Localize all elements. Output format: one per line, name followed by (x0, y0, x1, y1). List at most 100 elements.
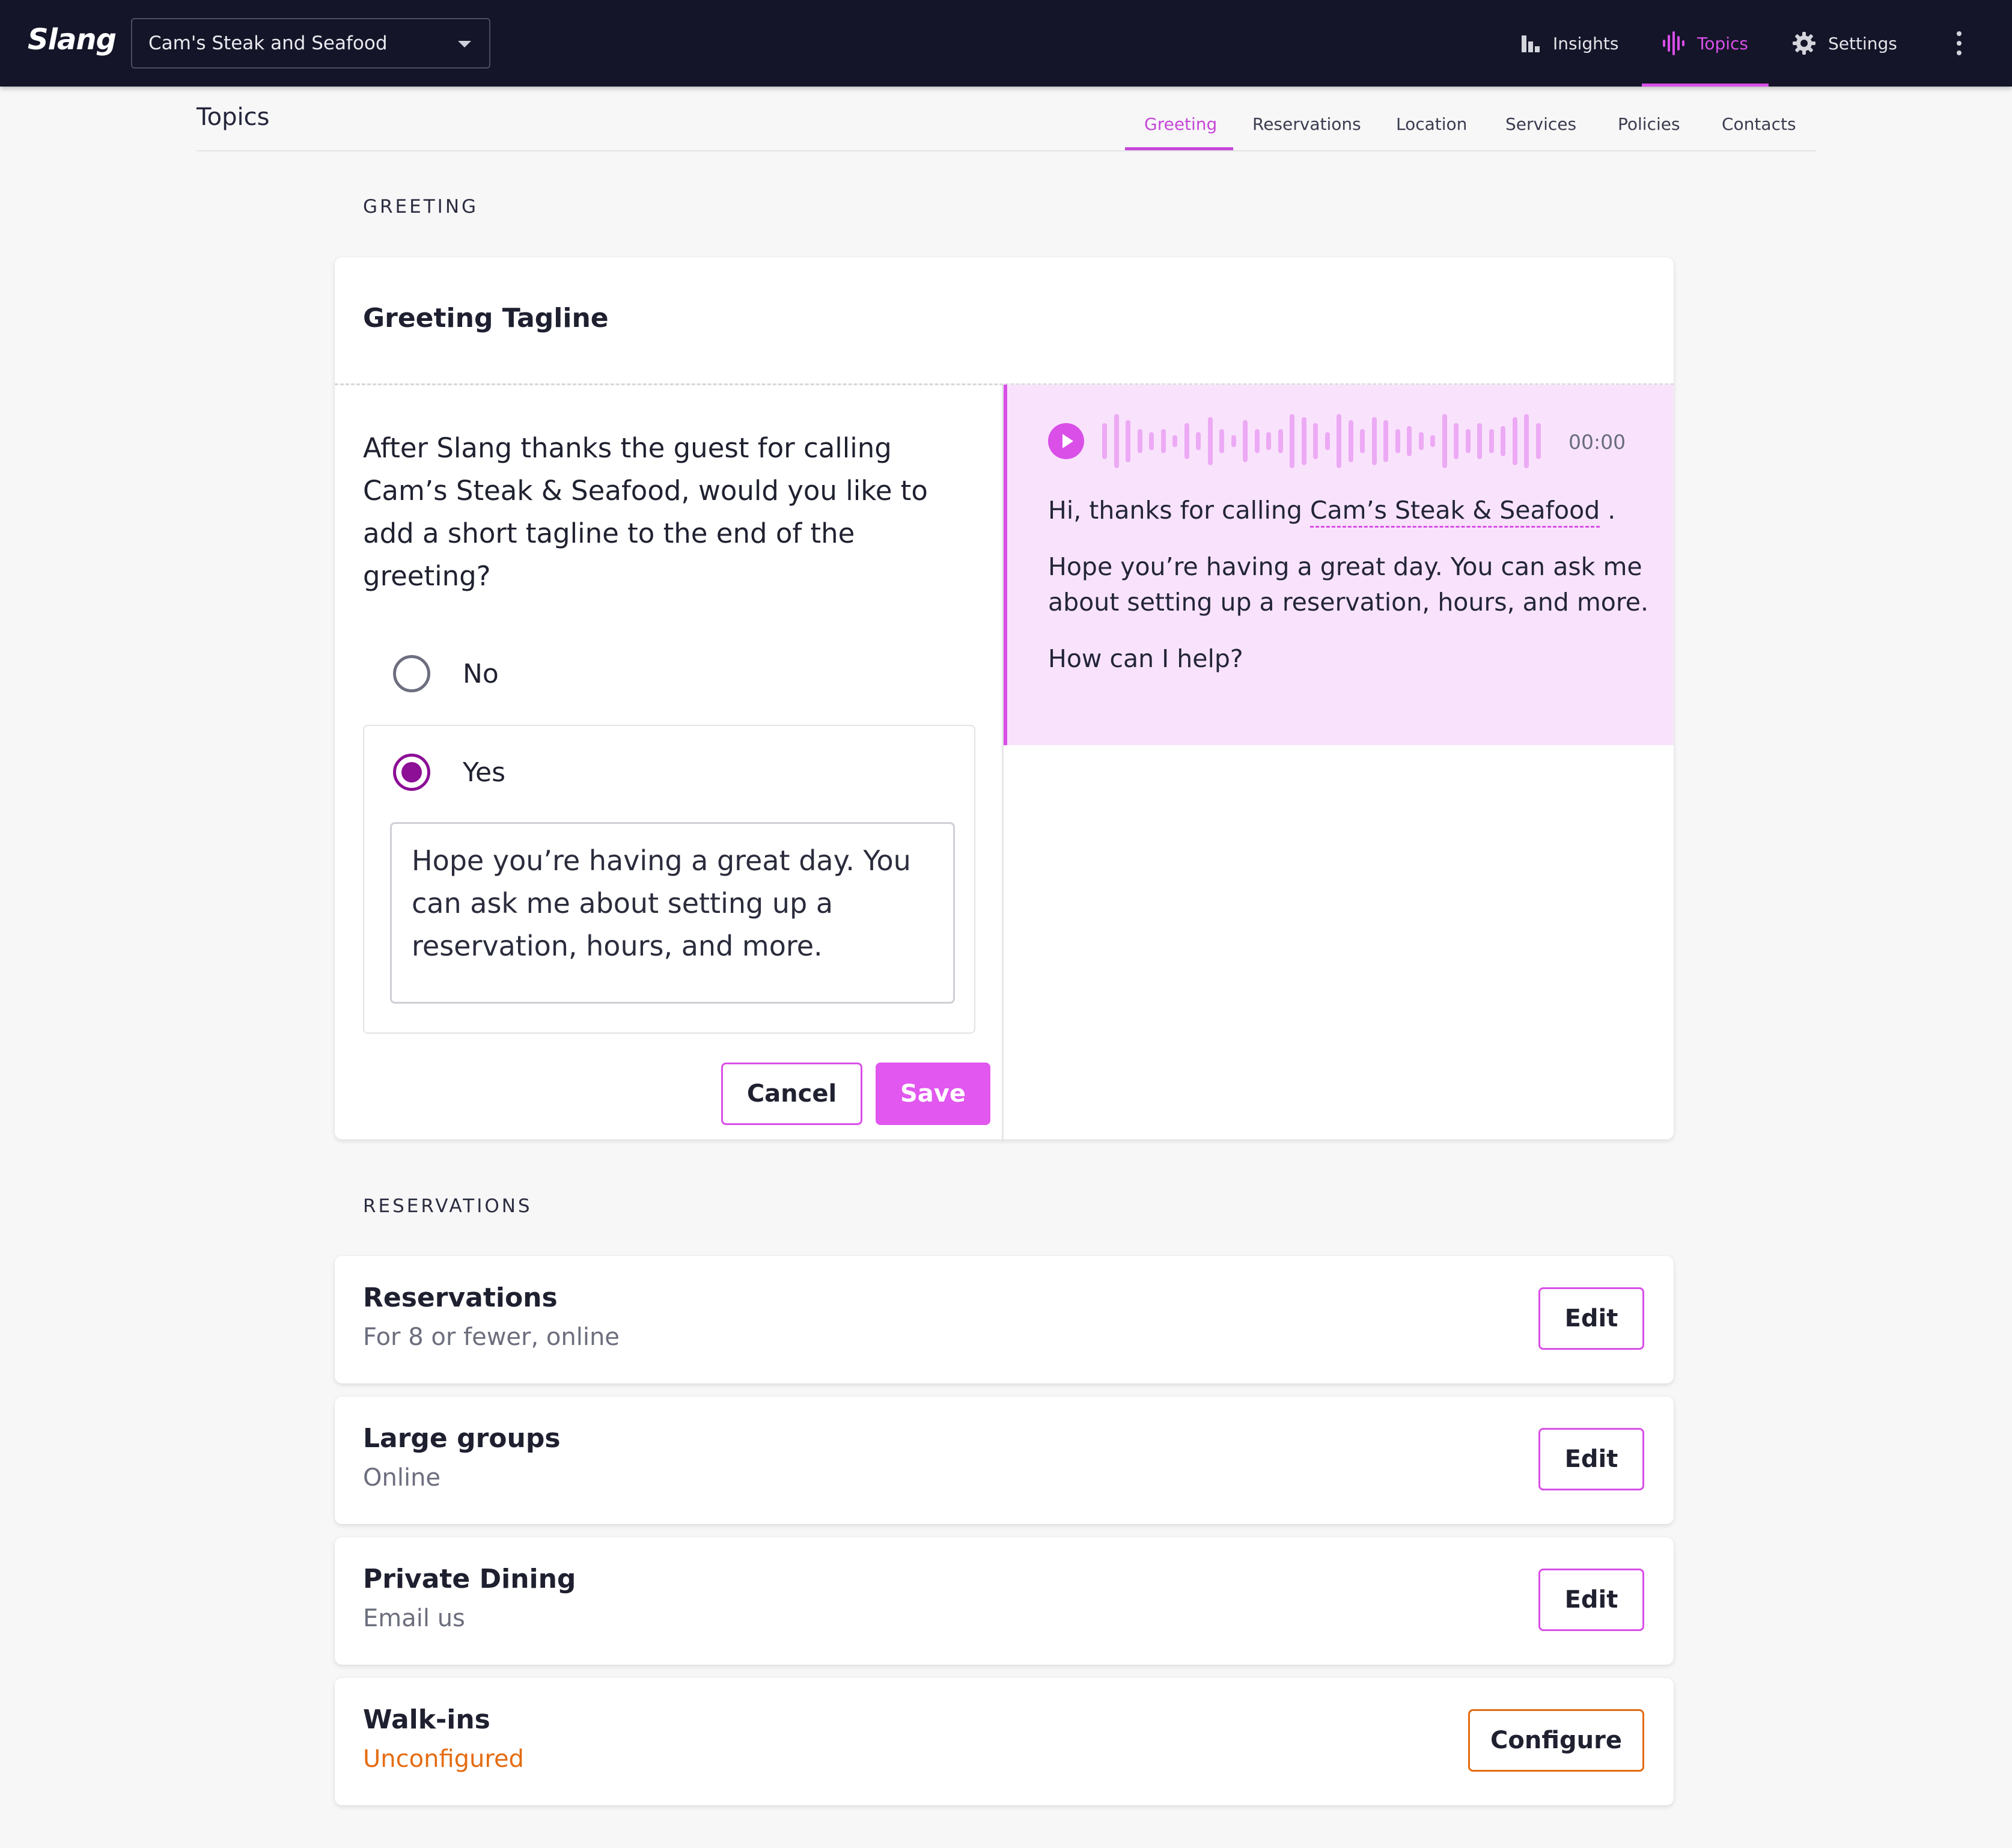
waveform-bar (1290, 414, 1294, 468)
waveform-bar (1501, 426, 1505, 456)
tab-contacts[interactable]: Contacts (1722, 114, 1796, 134)
waveform-bar (1337, 414, 1341, 468)
waveform-bar (1418, 432, 1424, 450)
section-label-reservations: RESERVATIONS (363, 1195, 532, 1217)
play-icon[interactable] (1048, 423, 1084, 459)
waveform-bar (1454, 423, 1459, 459)
waveform-bar (1430, 435, 1435, 447)
business-name-variable[interactable]: Cam’s Steak & Seafood (1309, 496, 1600, 528)
waveform-bar (1383, 420, 1388, 462)
top-navigation-bar: Slang Cam's Steak and Seafood Insights T… (0, 0, 2012, 87)
waveform-bar (1535, 423, 1541, 459)
waveform-bar (1512, 417, 1517, 465)
nav-insights-label: Insights (1553, 33, 1619, 53)
waveform-bar (1196, 432, 1201, 450)
waveform-bar (1243, 420, 1248, 462)
waveform-bar (1313, 423, 1318, 459)
waveform-icon (1663, 31, 1684, 55)
slang-logo[interactable]: Slang (28, 23, 117, 56)
preview-line-3: How can I help? (1048, 644, 1243, 673)
nav-topics-label: Topics (1697, 33, 1749, 53)
waveform-bar (1524, 414, 1529, 468)
option-yes[interactable]: Yes (393, 754, 505, 791)
audio-timecode: 00:00 (1568, 430, 1626, 454)
waveform-bar (1477, 423, 1482, 459)
radio-no[interactable] (393, 655, 430, 692)
waveform-bar (1149, 432, 1154, 450)
item-title: Walk-ins (363, 1704, 490, 1735)
configure-button[interactable]: Configure (1468, 1709, 1644, 1772)
caret-down-icon (458, 41, 471, 47)
waveform-bar (1254, 429, 1260, 453)
reservation-item: Walk-ins Unconfigured Configure (335, 1678, 1674, 1805)
waveform-bar (1301, 417, 1306, 465)
more-menu-icon[interactable] (1956, 31, 1963, 55)
waveform-bar (1126, 420, 1130, 462)
waveform-bar (1360, 429, 1365, 453)
business-select-value: Cam's Steak and Seafood (148, 32, 388, 54)
option-yes-label: Yes (463, 757, 506, 788)
item-title: Reservations (363, 1282, 558, 1313)
radio-yes-selected[interactable] (393, 754, 430, 791)
item-status-unconfigured: Unconfigured (363, 1745, 524, 1773)
reservation-item: Private Dining Email us Edit (335, 1537, 1674, 1665)
reservation-item: Reservations For 8 or fewer, online Edit (335, 1256, 1674, 1383)
tagline-question: After Slang thanks the guest for calling… (363, 432, 928, 592)
item-subtitle: Online (363, 1464, 441, 1492)
preview-line-2: Hope you’re having a great day. You can … (1048, 552, 1649, 617)
section-label-greeting: GREETING (363, 196, 479, 218)
waveform-bar (1442, 414, 1447, 468)
business-select[interactable]: Cam's Steak and Seafood (131, 18, 490, 69)
greeting-preview-panel: 00:00 Hi, thanks for calling Cam’s Steak… (1004, 385, 1674, 745)
save-button[interactable]: Save (876, 1063, 990, 1125)
tagline-input[interactable]: Hope you’re having a great day. You can … (390, 822, 955, 1004)
nav-topics[interactable]: Topics (1641, 0, 1769, 87)
preview-line-1-prefix: Hi, thanks for calling (1048, 496, 1310, 525)
cancel-button[interactable]: Cancel (721, 1063, 862, 1125)
waveform-bar (1207, 417, 1213, 465)
waveform-bar (1325, 432, 1330, 450)
waveform-bar (1371, 417, 1377, 465)
waveform-bar (1114, 414, 1119, 468)
greeting-tagline-card: Greeting Tagline After Slang thanks the … (335, 257, 1674, 1139)
audio-waveform[interactable] (1102, 411, 1547, 471)
waveform-bar (1489, 429, 1494, 453)
header-divider (197, 150, 1815, 151)
bar-chart-icon (1522, 35, 1540, 52)
tab-reservations[interactable]: Reservations (1252, 114, 1361, 134)
waveform-bar (1231, 435, 1236, 447)
waveform-bar (1102, 423, 1107, 459)
reservation-item: Large groups Online Edit (335, 1397, 1674, 1524)
tab-location[interactable]: Location (1396, 114, 1467, 134)
edit-button[interactable]: Edit (1538, 1287, 1644, 1350)
tab-greeting[interactable]: Greeting (1144, 114, 1217, 134)
waveform-bar (1266, 432, 1271, 450)
waveform-bar (1395, 429, 1400, 453)
edit-button[interactable]: Edit (1538, 1569, 1644, 1631)
gear-icon (1793, 32, 1815, 55)
edit-button[interactable]: Edit (1538, 1428, 1644, 1490)
nav-settings[interactable]: Settings (1792, 0, 1897, 87)
card-title: Greeting Tagline (363, 303, 609, 334)
tab-policies[interactable]: Policies (1618, 114, 1680, 134)
waveform-bar (1219, 429, 1224, 453)
option-no[interactable]: No (393, 655, 499, 692)
waveform-bar (1407, 426, 1412, 456)
waveform-bar (1172, 435, 1177, 447)
item-title: Large groups (363, 1423, 561, 1454)
preview-line-1: Hi, thanks for calling Cam’s Steak & Sea… (1048, 493, 1655, 528)
preview-line-1-suffix: . (1600, 496, 1616, 525)
waveform-bar (1348, 420, 1353, 462)
nav-settings-label: Settings (1828, 33, 1897, 53)
tab-services[interactable]: Services (1505, 114, 1576, 134)
nav-insights[interactable]: Insights (1520, 0, 1618, 87)
item-title: Private Dining (363, 1564, 576, 1594)
waveform-bar (1137, 429, 1142, 453)
waveform-bar (1184, 423, 1189, 459)
option-no-label: No (463, 658, 499, 689)
item-subtitle: For 8 or fewer, online (363, 1323, 620, 1351)
item-subtitle: Email us (363, 1605, 465, 1632)
page-title: Topics (197, 103, 270, 131)
waveform-bar (1465, 429, 1471, 453)
waveform-bar (1278, 429, 1283, 453)
